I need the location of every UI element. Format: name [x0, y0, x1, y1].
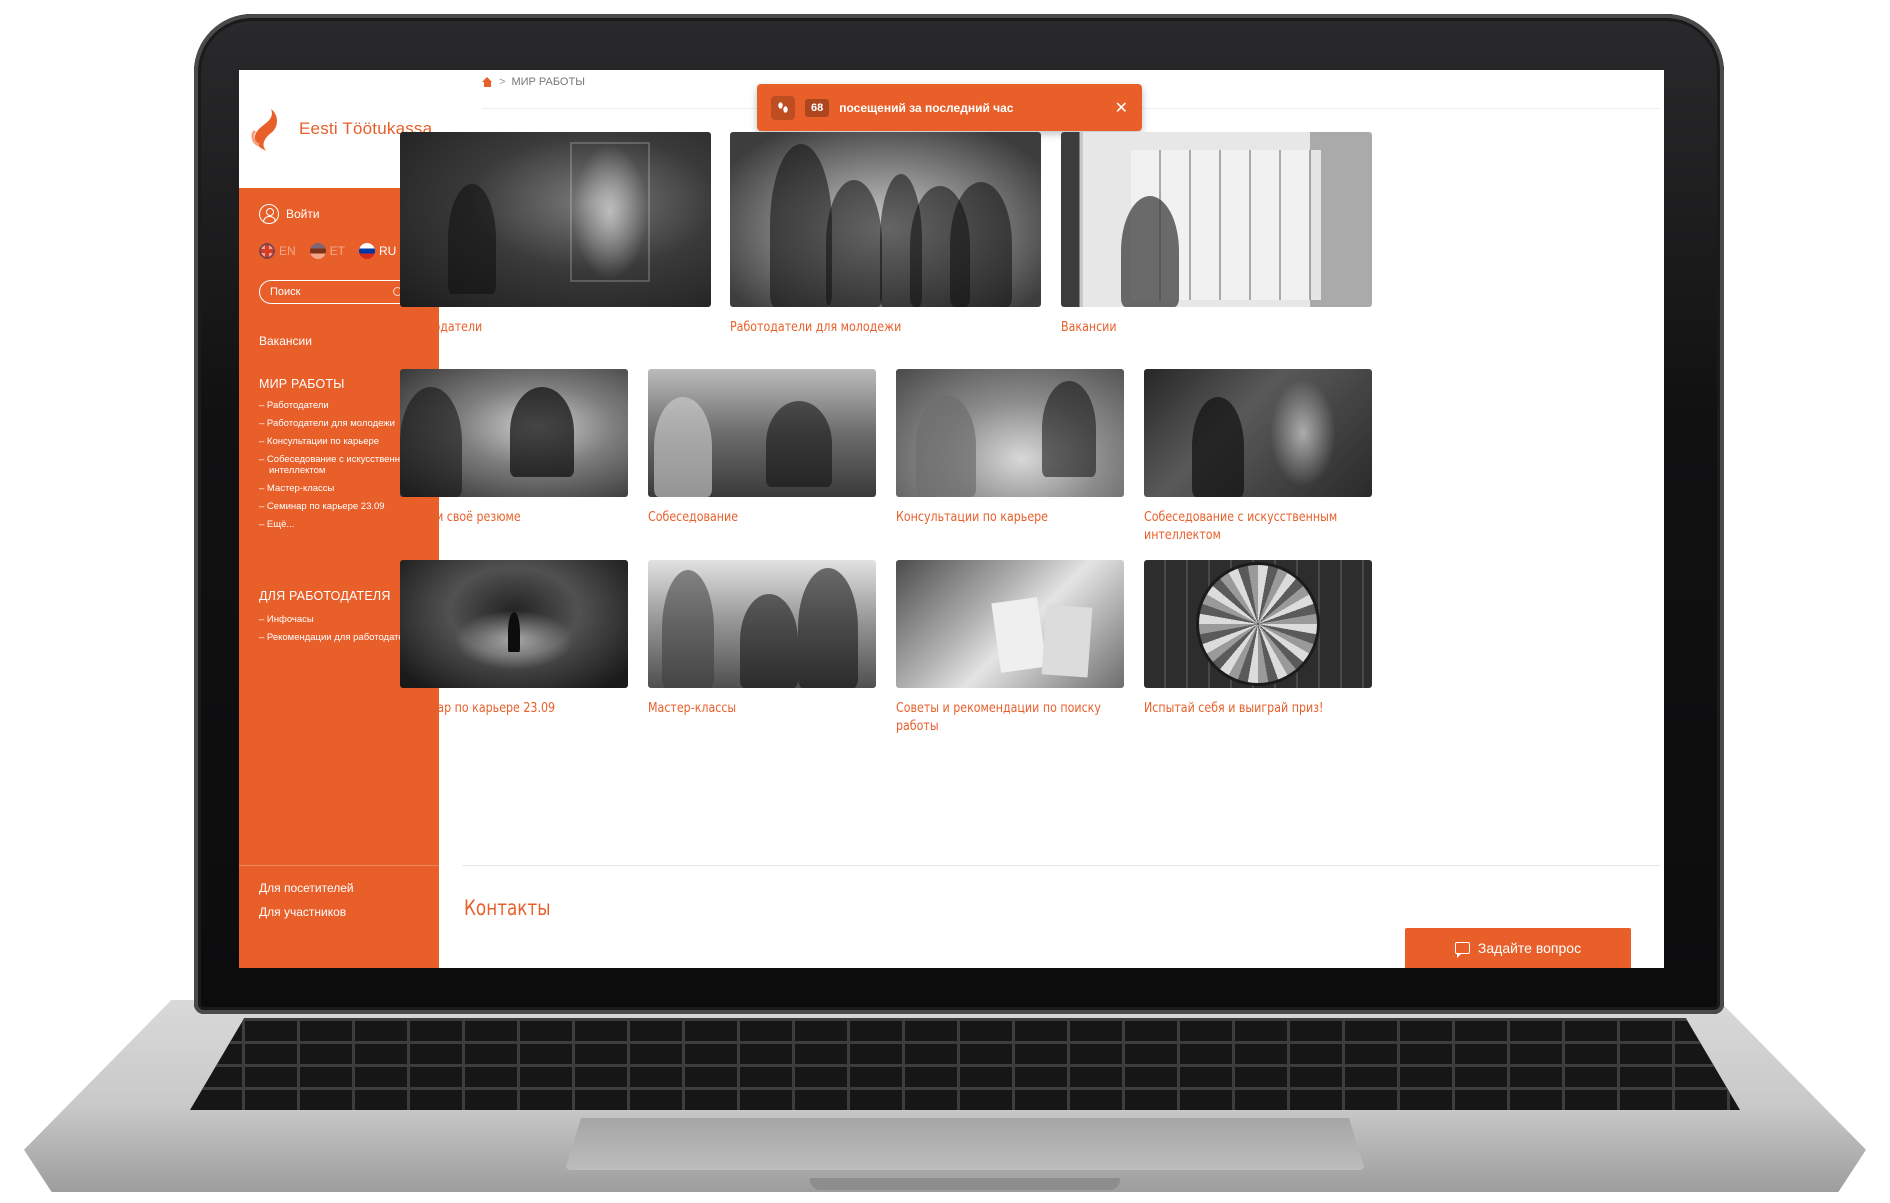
- photo-figure: [916, 395, 976, 497]
- photo-booth-glass: [570, 142, 650, 282]
- card-prize-game[interactable]: Испытай себя и выиграй приз!: [1144, 560, 1372, 718]
- laptop-notch: [810, 1178, 1120, 1190]
- sidebar-section-world-of-work[interactable]: МИР РАБОТЫ: [259, 377, 345, 391]
- logo-icon: [251, 109, 277, 151]
- photo-figure: [508, 612, 520, 652]
- language-en-label: EN: [279, 244, 296, 258]
- card-caption: Испытай себя и выиграй приз!: [1144, 700, 1324, 716]
- workshop-photo: [648, 560, 876, 688]
- card-caption: Собеседование: [648, 509, 739, 525]
- photo-figure: [400, 387, 462, 497]
- search-input[interactable]: Поиск: [259, 280, 411, 304]
- estonia-flag-icon: [309, 243, 326, 259]
- career-consultation-photo: [896, 369, 1124, 497]
- breadcrumb: > МИР РАБОТЫ: [482, 76, 585, 88]
- card-update-cv[interactable]: Обнови своё резюме: [400, 369, 628, 527]
- photo-figure: [950, 182, 1012, 307]
- photo-brochure: [1041, 604, 1093, 678]
- sidebar-divider: [239, 865, 439, 866]
- laptop-keyboard: [190, 1018, 1740, 1110]
- card-employers[interactable]: Работодатели: [400, 132, 711, 337]
- language-et-label: ET: [329, 244, 346, 258]
- uk-flag-icon: [259, 243, 275, 259]
- photo-figure: [1121, 196, 1179, 307]
- language-en[interactable]: EN: [259, 243, 296, 259]
- brochures-photo: [896, 560, 1124, 688]
- visits-notification: 68 посещений за последний час ✕: [757, 84, 1142, 131]
- card-vacancies[interactable]: Вакансии: [1061, 132, 1372, 337]
- footprints-icon-svg: [778, 101, 788, 113]
- photo-figure: [662, 570, 714, 688]
- photo-figure: [1042, 381, 1096, 477]
- photo-figure: [740, 594, 798, 688]
- sidebar-section-for-employer[interactable]: ДЛЯ РАБОТОДАТЕЛЯ: [259, 589, 391, 603]
- visits-text: посещений за последний час: [839, 100, 1014, 115]
- photo-figure: [510, 387, 574, 477]
- prize-wheel-photo: [1144, 560, 1372, 688]
- user-icon: [259, 204, 279, 224]
- breadcrumb-current: МИР РАБОТЫ: [511, 76, 585, 88]
- content-divider: [462, 865, 1660, 866]
- card-job-search-tips[interactable]: Советы и рекомендации по поиску работы: [896, 560, 1124, 735]
- card-caption: Работодатели: [400, 319, 483, 335]
- card-caption: Консультации по карьере: [896, 509, 1048, 525]
- card-employers-for-youth[interactable]: Работодатели для молодежи: [730, 132, 1041, 337]
- footer-link-participants[interactable]: Для участников: [259, 905, 346, 919]
- card-career-consultation[interactable]: Консультации по карьере: [896, 369, 1124, 527]
- ai-interview-booth-photo: [1144, 369, 1372, 497]
- russia-flag-icon: [359, 243, 376, 259]
- ask-question-button[interactable]: Задайте вопрос: [1405, 928, 1631, 968]
- sidebar-item-vacancies[interactable]: Вакансии: [259, 334, 312, 348]
- photo-figure: [654, 397, 712, 497]
- card-caption: Вакансии: [1061, 319, 1117, 335]
- language-switcher: EN ET RU: [259, 243, 396, 259]
- photo-booth-glass: [1270, 379, 1336, 487]
- language-ru-label: RU: [379, 244, 397, 258]
- contacts-heading: Контакты: [464, 896, 551, 920]
- footer-link-visitors[interactable]: Для посетителей: [259, 881, 354, 895]
- laptop-trackpad: [565, 1118, 1365, 1170]
- card-ai-interview[interactable]: Собеседование с искусственным интеллекто…: [1144, 369, 1372, 544]
- prize-wheel-icon: [1199, 565, 1317, 683]
- seminar-audience-photo: [400, 560, 628, 688]
- interview-photo: [648, 369, 876, 497]
- card-caption: Собеседование с искусственным интеллекто…: [1144, 509, 1338, 543]
- close-icon[interactable]: ✕: [1115, 98, 1128, 118]
- card-career-seminar[interactable]: Семинар по карьере 23.09: [400, 560, 628, 718]
- photo-figure: [798, 568, 858, 688]
- breadcrumb-separator: >: [499, 76, 506, 88]
- laptop-screen: Eesti Töötukassa Войти EN ET RU Поиск Ва…: [239, 70, 1664, 968]
- footprints-icon: [771, 95, 795, 120]
- card-master-classes[interactable]: Мастер-классы: [648, 560, 876, 718]
- young-people-group-photo: [730, 132, 1041, 307]
- ask-question-label: Задайте вопрос: [1477, 940, 1582, 956]
- cv-meeting-photo: [400, 369, 628, 497]
- language-et[interactable]: ET: [309, 243, 346, 259]
- photo-figure: [1192, 397, 1244, 497]
- photo-figure: [826, 180, 882, 307]
- card-caption: Обнови своё резюме: [400, 509, 521, 525]
- card-interview[interactable]: Собеседование: [648, 369, 876, 527]
- photo-brochure: [991, 597, 1047, 673]
- chat-icon: [1454, 942, 1470, 958]
- card-caption: Работодатели для молодежи: [730, 319, 902, 335]
- photo-figure: [766, 401, 832, 487]
- home-icon[interactable]: [482, 77, 493, 87]
- card-caption: Советы и рекомендации по поиску работы: [896, 700, 1101, 734]
- photo-figure: [770, 144, 832, 307]
- man-in-glass-booth-photo: [400, 132, 711, 307]
- card-caption: Мастер-классы: [648, 700, 737, 716]
- search-placeholder: Поиск: [270, 286, 301, 298]
- job-board-photo: [1061, 132, 1372, 307]
- visits-count: 68: [805, 98, 830, 117]
- photo-figure: [448, 184, 496, 294]
- language-ru[interactable]: RU: [359, 243, 396, 259]
- login-link[interactable]: Войти: [259, 204, 320, 224]
- login-label: Войти: [286, 207, 320, 221]
- card-caption: Семинар по карьере 23.09: [400, 700, 556, 716]
